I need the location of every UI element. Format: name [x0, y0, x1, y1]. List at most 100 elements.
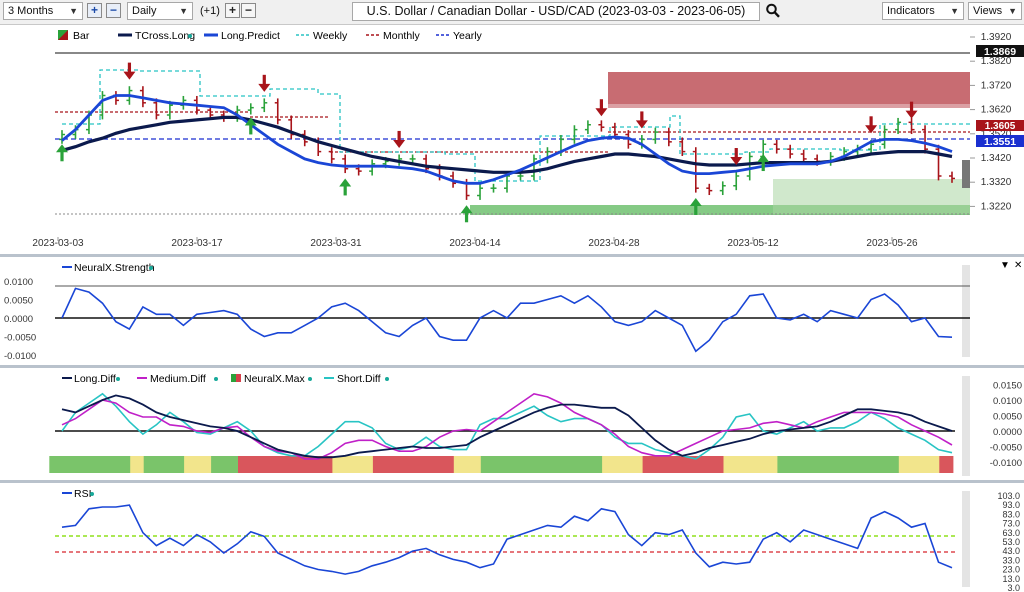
strength-panel[interactable]: 0.0100 0.0050 0.0000 -0.0050 -0.0100 NeuralX… [0, 257, 1024, 365]
zoom-out-button[interactable]: − [106, 3, 121, 18]
search-icon[interactable] [765, 2, 781, 20]
neuralx-max-bar [103, 456, 118, 473]
neuralx-max-bar [696, 456, 711, 473]
sell-arrow-stem [599, 99, 603, 110]
date-tick-label: 2023-03-17 [171, 238, 223, 249]
range-select[interactable]: 3 Months ▼ [3, 2, 83, 20]
chevron-down-icon: ▼ [69, 6, 78, 16]
neuralx-max-bar [858, 456, 873, 473]
chevron-down-icon: ▼ [179, 6, 188, 16]
indicators-select[interactable]: Indicators ▼ [882, 2, 964, 20]
neuralx-max-bar [723, 456, 738, 473]
axis-tick-label: -0.0050 [4, 333, 36, 344]
legend-dot [308, 377, 312, 381]
buy-arrow-stem [60, 151, 64, 162]
axis-tick-label: -0.0100 [990, 458, 1022, 469]
plus-icon: + [228, 3, 236, 17]
neuralx-max-bar [790, 456, 805, 473]
neuralx-max-bar [386, 456, 401, 473]
neuralx-max-bar [507, 456, 522, 473]
neuralx-max-bar [898, 456, 913, 473]
panel-scroll-marker [962, 265, 970, 357]
neuralx-max-bar [467, 456, 482, 473]
indicators-select-value: Indicators [887, 5, 935, 17]
neuralx-max-bar [534, 456, 549, 473]
resistance-zone-edge [608, 104, 970, 108]
neuralx-max-bar [426, 456, 441, 473]
strength-legend: NeuralX.Strength [74, 262, 155, 274]
axis-tick-label: 0.0100 [993, 396, 1022, 407]
neuralx-max-bar [372, 456, 387, 473]
long-diff-line [61, 394, 953, 459]
neuralx-max-bar [656, 456, 671, 473]
neuralx-max-bar [602, 456, 617, 473]
sell-arrow-icon [393, 139, 406, 148]
neuralx-max-bar [844, 456, 859, 473]
close-icon[interactable]: ✕ [1014, 260, 1022, 271]
date-tick-label: 2023-04-14 [449, 238, 501, 249]
neuralx-max-bar [615, 456, 630, 473]
buy-arrow-icon [757, 154, 770, 163]
neuralx-max-bar [62, 456, 77, 473]
neuralx-strength-line [61, 287, 953, 353]
neuralx-max-bar [143, 456, 158, 473]
neuralx-max-bar [130, 456, 145, 473]
buy-arrow-stem [464, 212, 469, 223]
buy-arrow-stem [249, 124, 253, 135]
legend-yearly: Yearly [453, 30, 483, 42]
legend-dot [188, 34, 192, 38]
symbol-title-field[interactable]: U.S. Dollar / Canadian Dollar - USD/CAD … [352, 2, 760, 21]
neuralx-max-bar [494, 456, 509, 473]
neuralx-max-bar [642, 456, 657, 473]
neuralx-max-bar [871, 456, 886, 473]
offset-decrease-button[interactable]: − [241, 3, 256, 18]
offset-increase-button[interactable]: + [225, 3, 240, 18]
neuralx-max-bar [440, 456, 455, 473]
interval-select[interactable]: Daily ▼ [127, 2, 193, 20]
chevron-down-icon: ▼ [1008, 6, 1017, 16]
sell-arrow-icon [123, 71, 136, 80]
sell-arrow-icon [905, 110, 918, 119]
legend-weekly: Weekly [313, 30, 348, 42]
price-chart[interactable]: 1.39201.38201.37201.36201.35201.34201.33… [0, 24, 1024, 254]
neuralx-max-bar [399, 456, 414, 473]
neuralx-max-bar [49, 456, 64, 473]
legend-dot [116, 377, 120, 381]
axis-tick-label: 3.0 [1007, 583, 1020, 592]
collapse-icon[interactable]: ▼ [1000, 260, 1010, 271]
date-tick-label: 2023-05-26 [866, 238, 918, 249]
range-select-value: 3 Months [8, 5, 54, 17]
neuralx-max-bar [521, 456, 536, 473]
panel-scroll-marker [962, 376, 970, 476]
legend-dot [385, 377, 389, 381]
neuralx-max-bar [817, 456, 832, 473]
views-select[interactable]: Views ▼ [968, 2, 1022, 20]
sell-arrow-icon [258, 83, 271, 92]
sell-arrow-stem [734, 148, 738, 159]
diff-panel[interactable]: 0.0150 0.0100 0.0050 0.0000 -0.0050 -0.0100 L… [0, 368, 1024, 480]
sell-arrow-icon [595, 108, 608, 117]
date-tick-label: 2023-03-31 [310, 238, 362, 249]
price-tag-blue-text: 1.3551 [984, 136, 1016, 148]
neuralx-max-bar [157, 456, 172, 473]
zoom-in-button[interactable]: + [87, 3, 102, 18]
legend-tcross: TCross.Long [135, 30, 195, 42]
axis-tick-label: 0.0100 [4, 277, 33, 288]
axis-tick-label: 0.0050 [4, 296, 33, 307]
date-tick-label: 2023-03-03 [32, 238, 84, 249]
interval-select-value: Daily [132, 5, 157, 17]
chevron-down-icon: ▼ [950, 6, 959, 16]
views-select-value: Views [973, 5, 1003, 17]
offset-label: (+1) [200, 5, 220, 17]
rsi-legend: RSI [74, 488, 92, 500]
axis-tick-label: 0.0000 [993, 427, 1022, 438]
neuralx-max-bar [211, 456, 226, 473]
axis-tick-label: -0.0100 [4, 351, 36, 362]
date-tick-label: 2023-04-28 [588, 238, 640, 249]
price-tag-red-text: 1.3605 [985, 121, 1016, 132]
price-tick-label: 1.3220 [981, 201, 1012, 212]
support-zone-upper [773, 179, 970, 214]
rsi-panel[interactable]: 103.093.083.073.063.053.043.033.023.013.… [0, 483, 1024, 592]
buy-arrow-stem [761, 161, 765, 172]
price-tick-label: 1.3920 [981, 32, 1012, 43]
